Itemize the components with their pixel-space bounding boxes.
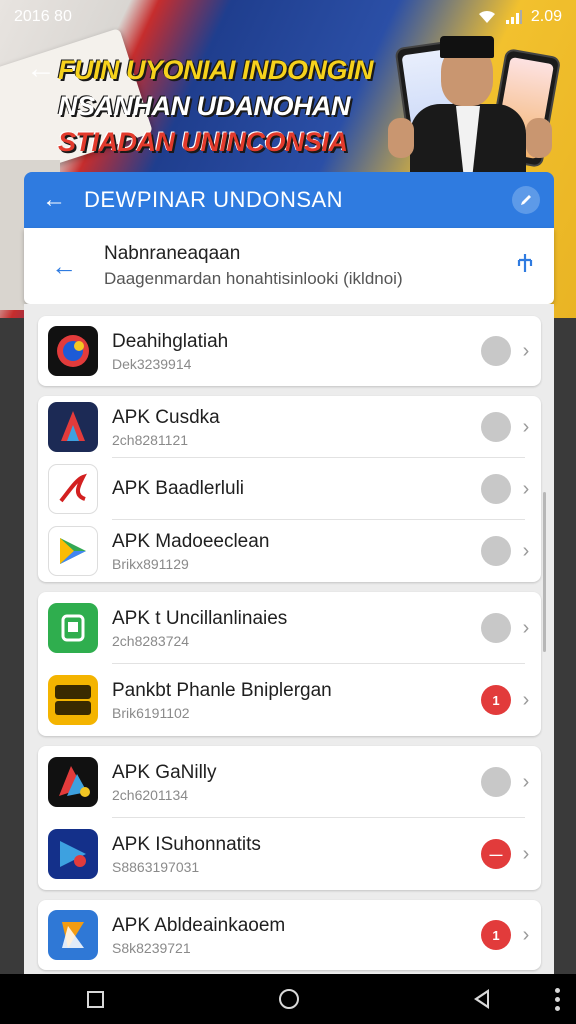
system-nav-bar — [0, 974, 576, 1024]
status-dot — [481, 474, 511, 504]
list-item[interactable]: APK Abldeainkaoem S8k8239721 1 › — [38, 900, 541, 970]
back-button[interactable] — [473, 989, 489, 1009]
chevron-right-icon: › — [522, 616, 530, 639]
app-subtitle: 2ch8283724 — [112, 632, 190, 649]
recents-button[interactable] — [87, 990, 105, 1008]
app-subtitle: 2ch8281121 — [112, 431, 189, 448]
chevron-right-icon: › — [522, 923, 530, 946]
app-name: APK Cusdka — [112, 406, 220, 428]
list-item[interactable]: Pankbt Phanle Bniplergan Brik6191102 1 › — [38, 664, 541, 736]
app-subtitle: S8863197031 — [112, 858, 200, 875]
presenter-cap — [440, 36, 494, 58]
app-icon — [48, 464, 98, 514]
more-options-icon[interactable] — [555, 988, 560, 1011]
chevron-right-icon: › — [522, 539, 530, 562]
list-item[interactable]: APK t Uncillanlinaies 2ch8283724 › — [38, 592, 541, 664]
app-card-4: APK GaNilly 2ch6201134 › APK ISuhonnatit… — [38, 746, 541, 890]
status-time: 2016 80 — [14, 8, 72, 25]
app-icon — [48, 910, 98, 960]
presenter-hand-left — [388, 118, 414, 158]
app-name: Deahihglatiah — [112, 330, 229, 352]
app-icon — [48, 526, 98, 576]
app-icon — [48, 675, 98, 725]
status-dot — [481, 336, 511, 366]
app-subtitle: S8k8239721 — [112, 939, 191, 956]
status-dot — [481, 536, 511, 566]
dialog-subtitle: Nabnraneaqaan — [104, 243, 241, 264]
status-bar: 2016 80 2.09 — [0, 0, 576, 34]
app-subtitle: 2ch6201134 — [112, 786, 189, 803]
scrollbar[interactable] — [543, 492, 546, 652]
app-name: APK Madoeeclean — [112, 530, 270, 552]
app-subtitle: Brikx891129 — [112, 555, 189, 572]
list-item[interactable]: APK GaNilly 2ch6201134 › — [38, 746, 541, 818]
dialog-subheader: ← Nabnraneaqaan Daagenmardan honahtisinl… — [24, 228, 554, 304]
status-dot — [481, 412, 511, 442]
app-name: APK Abldeainkaoem — [112, 914, 286, 936]
status-icons: 2.09 — [477, 8, 562, 26]
list-item[interactable]: APK Baadlerluli › — [38, 458, 541, 520]
app-card-5: APK Abldeainkaoem S8k8239721 1 › — [38, 900, 541, 970]
signal-icon — [505, 10, 522, 24]
back-arrow-icon[interactable]: ← — [26, 52, 56, 86]
app-subtitle: Dek3239914 — [112, 355, 192, 372]
list-item[interactable]: Deahihglatiah Dek3239914 › — [38, 316, 541, 386]
home-button[interactable] — [278, 989, 299, 1009]
app-icon — [48, 603, 98, 653]
app-card-1: Deahihglatiah Dek3239914 › — [38, 316, 541, 386]
list-item[interactable]: APK ISuhonnatits S8863197031 — › — [38, 818, 541, 890]
subheader-back-icon[interactable]: ← — [24, 251, 104, 282]
list-item[interactable]: APK Madoeeclean Brikx891129 › — [38, 520, 541, 582]
app-subtitle: Brik6191102 — [112, 704, 190, 721]
app-name: APK t Uncillanlinaies — [112, 607, 288, 629]
app-icon — [48, 757, 98, 807]
wifi-icon — [478, 10, 495, 23]
notification-badge: 1 — [481, 685, 511, 715]
app-icon — [48, 402, 98, 452]
dialog-back-icon[interactable]: ← — [24, 186, 84, 214]
presenter-hand-right — [526, 118, 552, 158]
chevron-right-icon: › — [522, 688, 530, 711]
banner-line-3: STIADAN UNINCONSIA — [58, 127, 348, 157]
chevron-right-icon: › — [522, 415, 530, 438]
notification-badge: — — [481, 839, 511, 869]
dialog-header: ← DEWPINAR UNDONSAN — [24, 172, 554, 228]
banner-line-2: NSANHAN UDANOHAN — [58, 91, 351, 121]
share-icon[interactable] — [496, 252, 554, 281]
list-item[interactable]: APK Cusdka 2ch8281121 › — [38, 396, 541, 458]
chevron-right-icon: › — [522, 477, 530, 500]
app-name: APK ISuhonnatits — [112, 833, 261, 855]
dialog-title: DEWPINAR UNDONSAN — [84, 187, 344, 212]
banner-headline: FUIN UYONIAI INDONGIN NSANHAN UDANOHAN S… — [58, 52, 398, 160]
edit-icon[interactable] — [512, 186, 540, 214]
app-name: APK GaNilly — [112, 761, 217, 783]
app-card-2: APK Cusdka 2ch8281121 › APK Baadlerluli … — [38, 396, 541, 582]
banner-line-1: FUIN UYONIAI INDONGIN — [58, 55, 374, 85]
app-name: APK Baadlerluli — [112, 478, 245, 499]
chevron-right-icon: › — [522, 842, 530, 865]
dialog-description: Daagenmardan honahtisinlooki (ikldnoi) — [104, 269, 403, 288]
status-dot — [481, 767, 511, 797]
status-dot — [481, 613, 511, 643]
app-card-3: APK t Uncillanlinaies 2ch8283724 › Pankb… — [38, 592, 541, 736]
app-icon — [48, 326, 98, 376]
app-name: Pankbt Phanle Bniplergan — [112, 679, 332, 701]
chevron-right-icon: › — [522, 339, 530, 362]
notification-badge: 1 — [481, 920, 511, 950]
app-icon — [48, 829, 98, 879]
battery-level: 2.09 — [530, 8, 562, 25]
chevron-right-icon: › — [522, 770, 530, 793]
